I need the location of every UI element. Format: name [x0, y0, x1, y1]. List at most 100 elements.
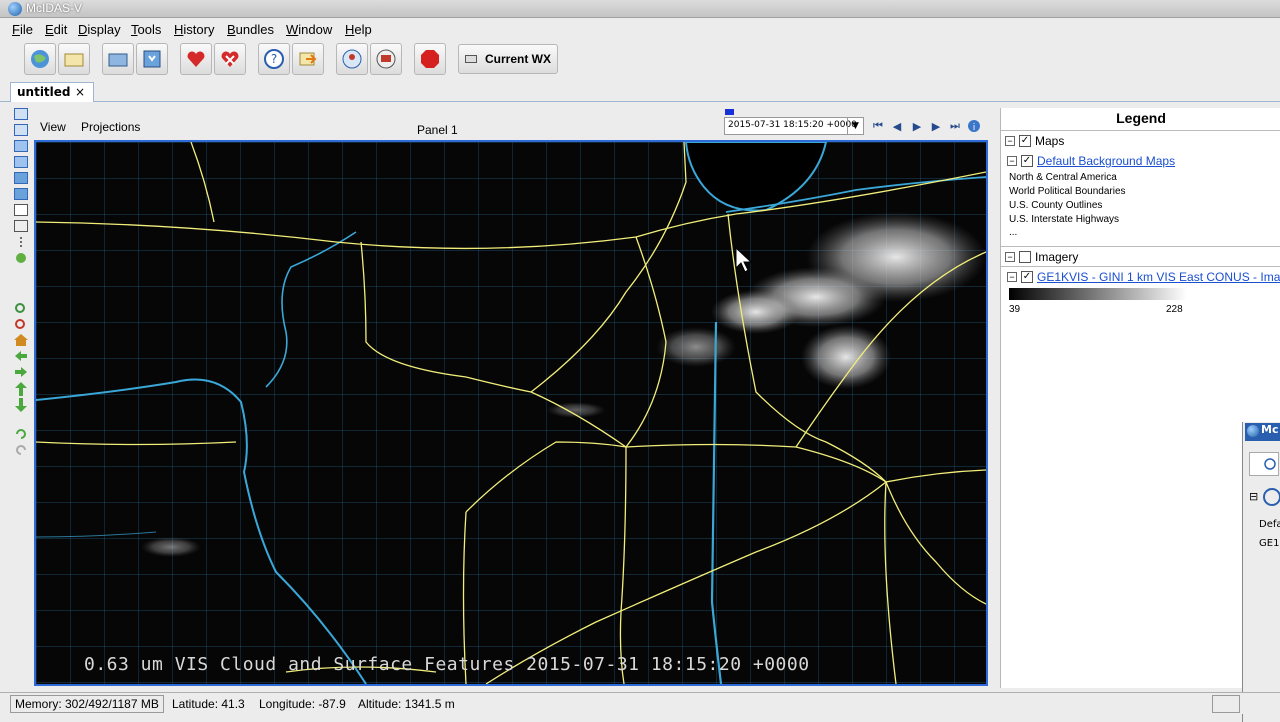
manage-favorites-button[interactable] [214, 43, 246, 75]
imagery-colorbar[interactable] [1009, 288, 1187, 300]
panel-menu-view[interactable]: View [40, 120, 66, 134]
maps-checkbox[interactable]: ✓ [1019, 135, 1031, 147]
collapse-icon[interactable]: − [1007, 156, 1017, 166]
colorbar-max-label: 228 [1166, 304, 1183, 315]
dashboard-title: Mc [1261, 423, 1279, 436]
display-panel: View Projections Panel 1 2015-07-31 18:1… [34, 108, 996, 688]
view-south-icon[interactable] [14, 156, 28, 168]
dashboard-item-1[interactable]: GE1K [1259, 538, 1280, 549]
collapse-icon[interactable]: − [1007, 272, 1017, 282]
default-background-maps-link[interactable]: Default Background Maps [1037, 154, 1175, 168]
stop-button[interactable] [414, 43, 446, 75]
current-wx-button[interactable]: Current WX [458, 44, 558, 74]
time-select-value: 2015-07-31 18:15:20 +0000 [728, 120, 857, 130]
view-bottom-icon[interactable] [14, 124, 28, 136]
pan-right-icon[interactable] [14, 366, 28, 378]
status-indicator [1212, 695, 1240, 713]
play-icon[interactable]: ▶ [909, 118, 925, 134]
menu-display[interactable]: Display [78, 22, 121, 37]
memory-status[interactable]: Memory: 302/492/1187 MB [10, 695, 164, 713]
legend-divider [1001, 246, 1280, 247]
imagery-layer-checkbox[interactable]: ✓ [1021, 271, 1033, 283]
view-side-toolbar [12, 106, 32, 466]
pan-left-icon[interactable] [14, 350, 28, 362]
imagery-layer-link[interactable]: GE1KVIS - GINI 1 km VIS East CONUS - Ima… [1037, 270, 1280, 284]
map-view[interactable]: 0.63 um VIS Cloud and Surface Features 2… [34, 140, 988, 686]
save-bundle-button[interactable] [136, 43, 168, 75]
view-east-icon[interactable] [14, 172, 28, 184]
rotate-icon[interactable] [14, 220, 28, 232]
satellite-map [36, 142, 986, 684]
menu-help[interactable]: Help [345, 22, 372, 37]
zoom-in-icon[interactable] [14, 302, 28, 314]
colorbar-min-label: 39 [1009, 304, 1021, 315]
dashboard-window-partial[interactable]: Mc ⊟ Defa GE1K [1242, 422, 1280, 722]
view-reset-icon[interactable] [14, 204, 28, 216]
menu-file[interactable]: File [12, 22, 33, 37]
menu-window[interactable]: Window [286, 22, 332, 37]
tab-label: untitled [17, 85, 71, 99]
first-frame-icon[interactable]: ⏮ [870, 118, 886, 134]
tab-strip: untitled × [0, 80, 1280, 102]
zoom-out-icon[interactable] [14, 318, 28, 330]
legend-maps-label: Maps [1035, 134, 1065, 148]
menu-history[interactable]: History [174, 22, 214, 37]
help-icon: ? [264, 49, 284, 69]
collapse-icon[interactable]: − [1005, 136, 1015, 146]
legend-imagery-layer-row[interactable]: − ✓ GE1KVIS - GINI 1 km VIS East CONUS -… [1007, 270, 1280, 284]
time-marker [725, 109, 734, 115]
open-bundle-button[interactable] [102, 43, 134, 75]
last-frame-icon[interactable]: ⏭ [947, 118, 963, 134]
dashboard-titlebar[interactable]: Mc [1245, 423, 1280, 441]
legend-divider [1001, 130, 1280, 131]
step-back-icon[interactable]: ◀ [889, 118, 905, 134]
mcidas-app-icon [8, 2, 22, 16]
dashboard-item-0[interactable]: Defa [1259, 519, 1280, 530]
dashboard-layer-icon [1263, 488, 1280, 506]
view-top-icon[interactable] [14, 108, 28, 120]
panel-menu-projections[interactable]: Projections [81, 120, 140, 134]
legend-imagery-header[interactable]: − Imagery [1005, 250, 1078, 264]
redo-icon[interactable] [14, 444, 28, 456]
imagery-checkbox [1019, 251, 1031, 263]
main-toolbar: ? Current WX [8, 43, 1278, 77]
user-prefs-button[interactable] [336, 43, 368, 75]
view-north-icon[interactable] [14, 140, 28, 152]
pan-down-icon[interactable] [14, 398, 28, 412]
map-item-world-political-boundaries: World Political Boundaries [1009, 186, 1126, 197]
search-icon [1264, 458, 1276, 470]
menu-tools[interactable]: Tools [131, 22, 161, 37]
favorite-bundles-button[interactable] [180, 43, 212, 75]
step-forward-icon[interactable]: ▶ [928, 118, 944, 134]
legend-maps-header[interactable]: − ✓ Maps [1005, 134, 1064, 148]
altitude-readout: Altitude: 1341.5 m [358, 697, 455, 711]
time-select[interactable]: 2015-07-31 18:15:20 +0000 ▼ [724, 117, 864, 135]
home-icon[interactable] [14, 334, 28, 346]
dashboard-globe-button[interactable] [24, 43, 56, 75]
map-item-more: ... [1009, 227, 1018, 238]
window-title: McIDAS-V [26, 1, 83, 15]
dashboard-search-button[interactable] [1249, 452, 1279, 476]
refresh-icon[interactable] [14, 252, 28, 264]
forward-button[interactable] [292, 43, 324, 75]
menu-bundles[interactable]: Bundles [227, 22, 274, 37]
data-explorer-button[interactable] [370, 43, 402, 75]
legend-default-maps-row[interactable]: − ✓ Default Background Maps [1007, 154, 1175, 168]
undo-icon[interactable] [14, 428, 28, 440]
animation-info-icon[interactable]: i [966, 118, 982, 134]
chevron-down-icon: ▼ [847, 118, 863, 134]
stop-icon [421, 50, 439, 68]
help-button[interactable]: ? [258, 43, 290, 75]
dashboard-tree-toggle[interactable]: ⊟ [1249, 490, 1258, 503]
tab-untitled[interactable]: untitled × [10, 82, 94, 102]
latitude-readout: Latitude: 41.3 [172, 697, 245, 711]
pan-up-icon[interactable] [14, 382, 28, 396]
menu-edit[interactable]: Edit [45, 22, 67, 37]
new-display-button[interactable] [58, 43, 90, 75]
default-maps-checkbox[interactable]: ✓ [1021, 155, 1033, 167]
legend-divider [1001, 266, 1280, 267]
heart-icon [187, 51, 205, 67]
collapse-icon[interactable]: − [1005, 252, 1015, 262]
view-west-icon[interactable] [14, 188, 28, 200]
tab-close-icon[interactable]: × [75, 85, 85, 99]
